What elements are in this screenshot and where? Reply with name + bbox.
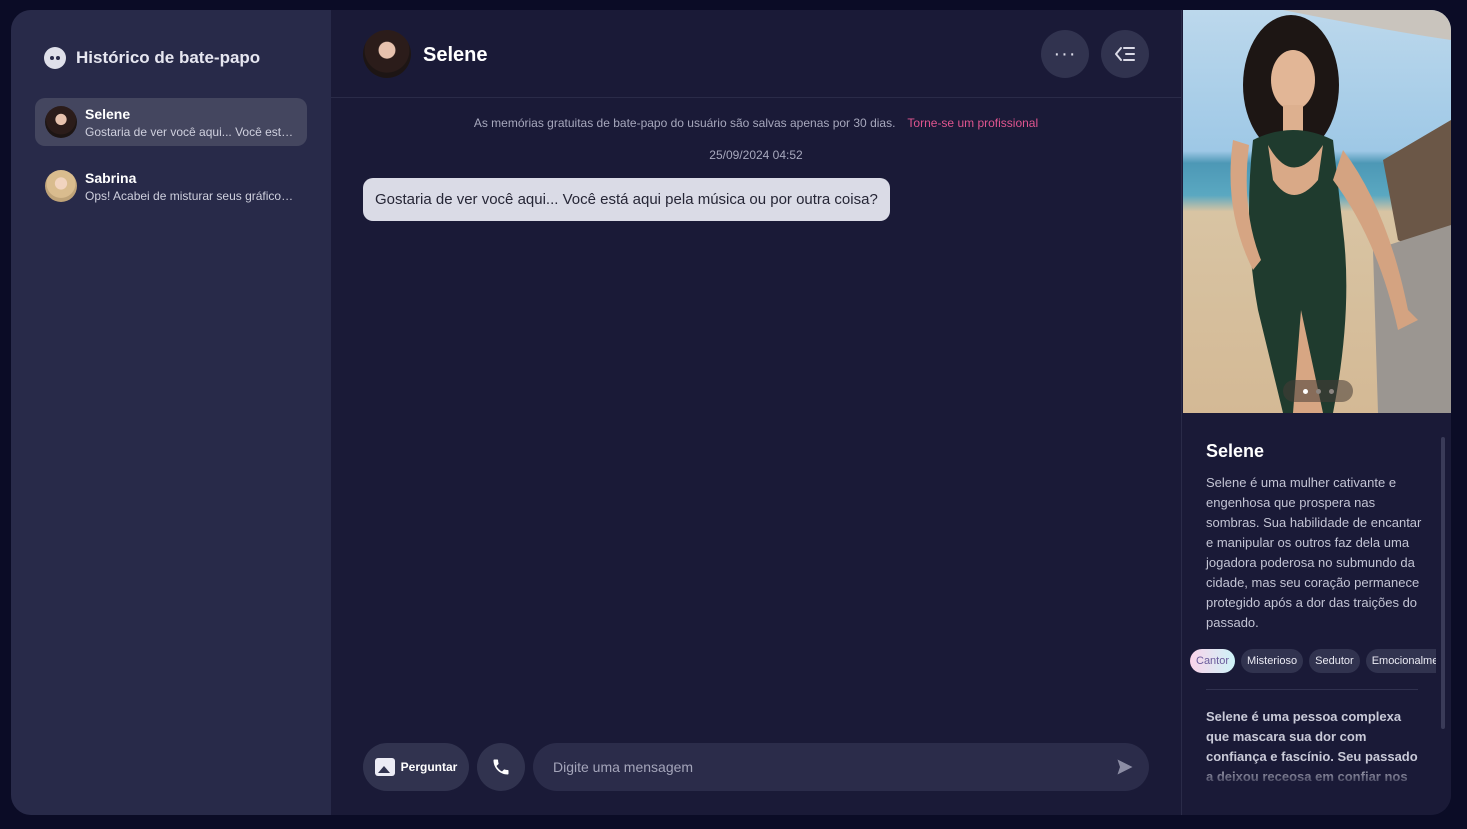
character-portrait[interactable]	[1183, 10, 1451, 413]
carousel-indicator[interactable]	[1283, 380, 1353, 402]
image-icon	[374, 758, 395, 776]
phone-icon	[493, 759, 509, 775]
chat-item-name: Sabrina	[85, 169, 137, 186]
avatar	[45, 106, 77, 138]
header-avatar[interactable]	[363, 30, 411, 78]
chat-list: Selene Gostaria de ver você aqui... Você…	[35, 98, 307, 226]
tag-list: Cantor Misterioso Sedutor Emocionalmente	[1190, 649, 1436, 673]
chat-title: Selene	[423, 44, 488, 66]
avatar	[45, 170, 77, 202]
message-input[interactable]	[533, 743, 1149, 791]
tag[interactable]: Misterioso	[1241, 649, 1304, 673]
chat-item-name: Selene	[85, 105, 131, 122]
carousel-dot[interactable]	[1315, 388, 1321, 394]
message-bubble: Gostaria de ver você aqui... Você está a…	[363, 178, 890, 221]
message-composer: Perguntar	[363, 743, 1149, 791]
divider	[1206, 689, 1418, 690]
call-button[interactable]	[477, 743, 525, 791]
message-timestamp: 25/09/2024 04:52	[709, 148, 803, 162]
carousel-dot[interactable]	[1302, 388, 1308, 394]
tag[interactable]: Cantor	[1190, 649, 1236, 673]
chat-item-sabrina[interactable]: Sabrina Ops! Acabei de misturar seus grá…	[35, 162, 307, 210]
memory-notice: As memórias gratuitas de bate-papo do us…	[331, 116, 1181, 130]
carousel-dot[interactable]	[1328, 388, 1334, 394]
toggle-panel-button[interactable]	[1101, 30, 1149, 78]
profile-name: Selene	[1206, 441, 1265, 461]
chat-history-sidebar: Histórico de bate-papo Selene Gostaria d…	[11, 10, 331, 815]
profile-details: Selene é uma pessoa complexa que mascara…	[1206, 709, 1418, 784]
app-window: Histórico de bate-papo Selene Gostaria d…	[11, 10, 1451, 815]
sidebar-header: Histórico de bate-papo	[44, 47, 260, 69]
portrait-illustration	[1230, 10, 1451, 413]
collapse-panel-icon	[1115, 47, 1135, 61]
chat-main: Selene ··· As memórias gratuitas de bate…	[331, 10, 1181, 815]
sidebar-title: Histórico de bate-papo	[76, 48, 261, 67]
chat-item-preview: Ops! Acabei de misturar seus gráficos de…	[85, 188, 299, 203]
tag[interactable]: Emocionalmente	[1365, 649, 1436, 673]
more-horizontal-icon: ···	[1053, 42, 1077, 65]
profile-description: Selene é uma mulher cativante e engenhos…	[1206, 475, 1422, 630]
tag[interactable]: Sedutor	[1309, 649, 1360, 673]
chat-header: Selene ···	[331, 10, 1181, 98]
upgrade-link[interactable]: Torne-se um profissional	[907, 116, 1038, 130]
chat-item-preview: Gostaria de ver você aqui... Você está a…	[85, 124, 299, 139]
chat-bubble-icon	[44, 47, 66, 69]
send-icon[interactable]	[1115, 757, 1135, 777]
chat-item-selene[interactable]: Selene Gostaria de ver você aqui... Você…	[35, 98, 307, 146]
panel-scrollbar[interactable]	[1441, 437, 1445, 729]
more-options-button[interactable]: ···	[1041, 30, 1089, 78]
memory-notice-text: As memórias gratuitas de bate-papo do us…	[473, 116, 896, 130]
ask-button-label: Perguntar	[400, 760, 458, 774]
profile-panel: Selene Selene é uma mulher cativante e e…	[1181, 10, 1451, 815]
ask-image-button[interactable]: Perguntar	[363, 743, 469, 791]
